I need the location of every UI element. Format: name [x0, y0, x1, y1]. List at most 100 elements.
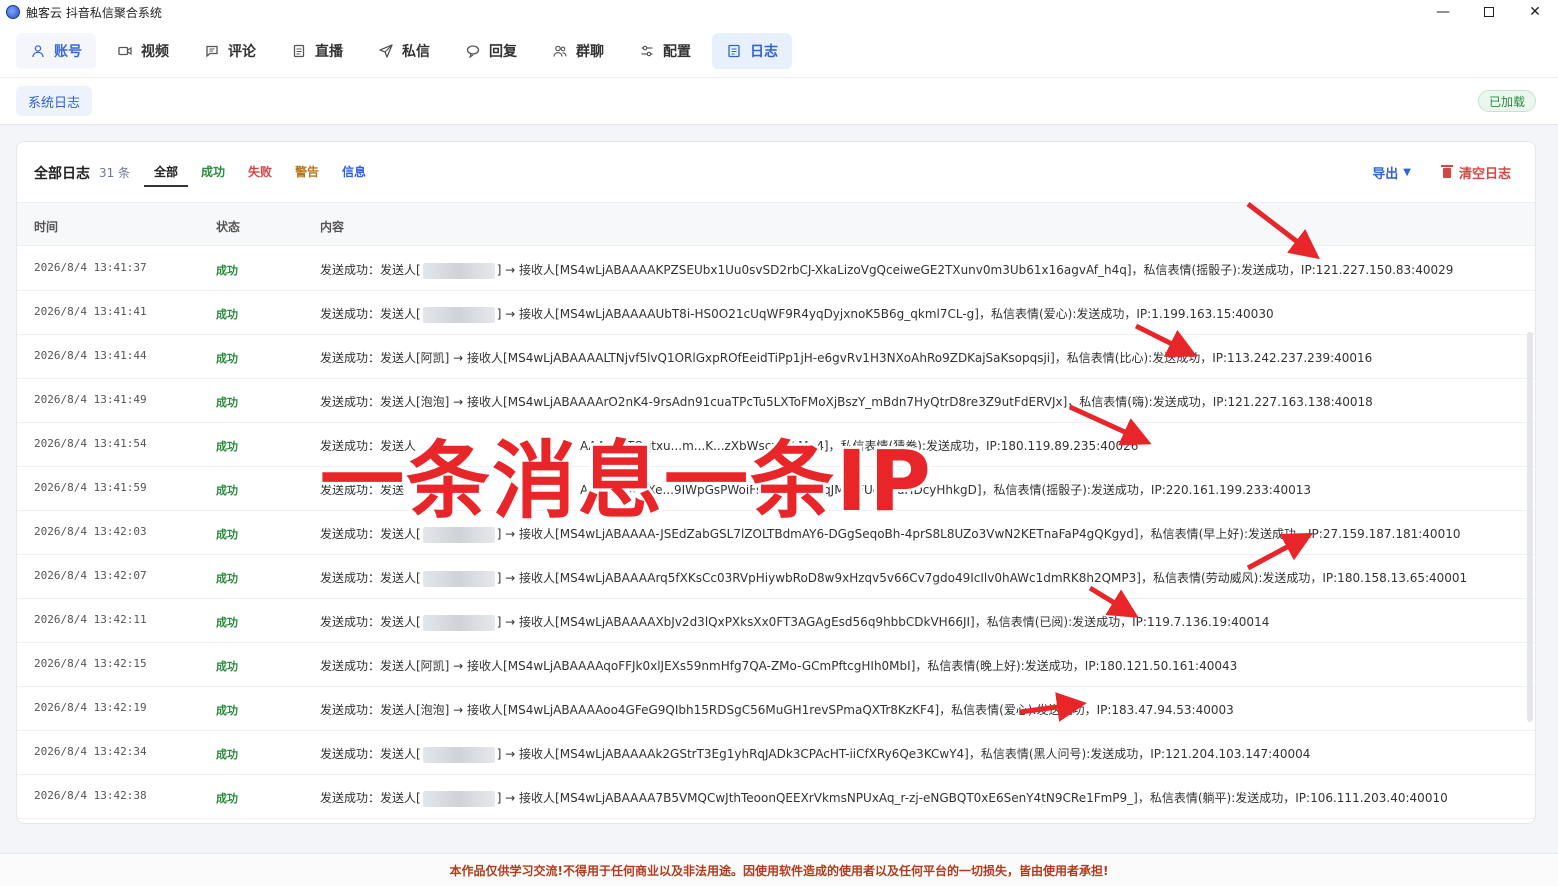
filter-info[interactable]: 信息 — [342, 163, 366, 180]
row-content-pre: 发送成功：发送人[ — [320, 615, 421, 629]
tab-account[interactable]: 账号 — [16, 32, 96, 69]
overlay-caption: 一条消息一条IP — [317, 429, 934, 533]
row-status: 成功 — [216, 528, 238, 541]
clear-log-button[interactable]: 清空日志 — [1440, 163, 1511, 182]
redacted-sender — [422, 614, 495, 631]
log-title: 全部日志 — [34, 166, 90, 182]
row-content-pre: 发送成功：发送人[ — [320, 263, 421, 277]
status-badge: 已加载 — [1477, 90, 1536, 112]
tab-live[interactable]: 直播 — [277, 33, 357, 69]
row-content: 发送成功：发送人[] → 接收人[MS4wLjABAAAAXbJv2d3lQxP… — [320, 613, 1269, 631]
trash-icon — [1440, 164, 1453, 178]
export-button[interactable]: 导出 ▼ — [1372, 163, 1411, 182]
row-content-post: ] → 接收人[MS4wLjABAAAArq5fXKsCc03RVpHiywbR… — [496, 571, 1468, 585]
table-row[interactable]: 2026/8/4 13:42:11 成功 发送成功：发送人[] → 接收人[MS… — [17, 599, 1535, 643]
log-toolbar: 全部日志 31 条 全部 成功 失败 警告 信息 导出 ▼ 清空日志 — [17, 142, 1535, 202]
log-count: 31 条 — [99, 166, 131, 180]
close-icon: ✕ — [1529, 4, 1541, 20]
scrollbar[interactable] — [1527, 332, 1533, 722]
table-row[interactable]: 2026/8/4 13:42:19 成功 发送成功：发送人[泡泡] → 接收人[… — [17, 687, 1535, 731]
row-content-pre: 发送成功：发送人[泡泡] → 接收人[MS4wLjABAAAArO2nK4-9r… — [320, 395, 1373, 409]
row-time: 2026/8/4 13:42:34 — [34, 745, 147, 758]
tab-log[interactable]: 日志 — [712, 32, 792, 69]
group-icon — [552, 43, 568, 59]
row-content-pre: 发送成功：发送人[ — [320, 571, 421, 585]
log-icon — [726, 43, 742, 59]
window-controls: — ✕ — [1420, 0, 1558, 24]
tab-label: 直播 — [315, 43, 343, 60]
row-status: 成功 — [216, 792, 238, 805]
row-content: 发送成功：发送人[阿凯] → 接收人[MS4wLjABAAAAqoFFJk0xl… — [320, 657, 1237, 674]
minimize-button[interactable]: — — [1420, 0, 1466, 24]
close-button[interactable]: ✕ — [1512, 0, 1558, 24]
column-header-content: 内容 — [320, 220, 345, 234]
row-content-post: ] → 接收人[MS4wLjABAAAAKPZSEUbx1Uu0svSD2rbC… — [496, 263, 1454, 277]
table-row[interactable]: 2026/8/4 13:42:15 成功 发送成功：发送人[阿凯] → 接收人[… — [17, 643, 1535, 687]
comment-icon — [204, 43, 220, 59]
redacted-sender — [422, 790, 495, 807]
row-status: 成功 — [216, 616, 238, 629]
tab-label: 账号 — [54, 43, 82, 60]
redacted-sender — [422, 306, 495, 323]
filter-active-indicator — [144, 185, 188, 187]
send-icon — [378, 43, 394, 59]
tab-group-chat[interactable]: 群聊 — [538, 33, 618, 69]
row-time: 2026/8/4 13:42:03 — [34, 525, 147, 538]
minimize-icon: — — [1436, 4, 1450, 20]
table-header: 时间 状态 内容 — [17, 202, 1535, 246]
row-content: 发送成功：发送人[泡泡] → 接收人[MS4wLjABAAAAoo4GFeG9Q… — [320, 701, 1234, 718]
row-content-pre: 发送成功：发送人[阿凯] → 接收人[MS4wLjABAAAALTNjvf5lv… — [320, 351, 1373, 365]
clear-log-label: 清空日志 — [1458, 167, 1511, 182]
tab-video[interactable]: 视频 — [103, 33, 183, 69]
table-row[interactable]: 2026/8/4 13:41:37 成功 发送成功：发送人[] → 接收人[MS… — [17, 247, 1535, 291]
column-header-time: 时间 — [34, 220, 59, 234]
row-time: 2026/8/4 13:42:15 — [34, 657, 147, 670]
row-time: 2026/8/4 13:41:49 — [34, 393, 147, 406]
row-time: 2026/8/4 13:41:41 — [34, 305, 147, 318]
filter-fail[interactable]: 失败 — [248, 163, 272, 180]
tab-label: 评论 — [228, 43, 256, 60]
row-content-post: ] → 接收人[MS4wLjABAAAAUbT8i-HS0O21cUqWF9R4… — [496, 307, 1274, 321]
row-time: 2026/8/4 13:41:59 — [34, 481, 147, 494]
row-content-pre: 发送成功：发送人[阿凯] → 接收人[MS4wLjABAAAAqoFFJk0xl… — [320, 659, 1238, 673]
row-status: 成功 — [216, 352, 238, 365]
tab-settings[interactable]: 配置 — [625, 33, 705, 69]
window-title: 触客云 抖音私信聚合系统 — [26, 5, 162, 20]
row-content: 发送成功：发送人[阿凯] → 接收人[MS4wLjABAAAALTNjvf5lv… — [320, 349, 1372, 366]
chevron-down-icon: ▼ — [1403, 167, 1411, 178]
filter-warning[interactable]: 警告 — [295, 163, 319, 180]
row-content: 发送成功：发送人[泡泡] → 接收人[MS4wLjABAAAArO2nK4-9r… — [320, 393, 1373, 410]
row-time: 2026/8/4 13:42:19 — [34, 701, 147, 714]
filter-all[interactable]: 全部 — [154, 163, 178, 180]
tab-reply[interactable]: 回复 — [451, 33, 531, 69]
row-time: 2026/8/4 13:42:11 — [34, 613, 147, 626]
row-status: 成功 — [216, 572, 238, 585]
filter-success[interactable]: 成功 — [201, 163, 225, 180]
row-time: 2026/8/4 13:41:54 — [34, 437, 147, 450]
row-content: 发送成功：发送人[] → 接收人[MS4wLjABAAAA7B5VMQCwJth… — [320, 789, 1448, 807]
table-row[interactable]: 2026/8/4 13:41:41 成功 发送成功：发送人[] → 接收人[MS… — [17, 291, 1535, 335]
row-time: 2026/8/4 13:41:37 — [34, 261, 147, 274]
tab-message[interactable]: 私信 — [364, 33, 444, 69]
maximize-button[interactable] — [1466, 0, 1512, 24]
export-label: 导出 — [1372, 167, 1399, 182]
table-row[interactable]: 2026/8/4 13:42:38 成功 发送成功：发送人[] → 接收人[MS… — [17, 775, 1535, 819]
table-row[interactable]: 2026/8/4 13:42:34 成功 发送成功：发送人[] → 接收人[MS… — [17, 731, 1535, 775]
table-row[interactable]: 2026/8/4 13:41:44 成功 发送成功：发送人[阿凯] → 接收人[… — [17, 335, 1535, 379]
row-content: 发送成功：发送人[] → 接收人[MS4wLjABAAAAUbT8i-HS0O2… — [320, 305, 1274, 323]
tab-label: 回复 — [489, 43, 517, 60]
row-time: 2026/8/4 13:42:07 — [34, 569, 147, 582]
tab-label: 配置 — [663, 43, 691, 60]
settings-icon — [639, 43, 655, 59]
table-row[interactable]: 2026/8/4 13:42:07 成功 发送成功：发送人[ ] → 接收人[MS… — [17, 555, 1535, 599]
tab-comment[interactable]: 评论 — [190, 33, 270, 69]
reply-icon — [465, 43, 481, 59]
row-time: 2026/8/4 13:42:38 — [34, 789, 147, 802]
row-content: 发送成功：发送人[ ] → 接收人[MS4wLjABAAAArq5fXKsCc03… — [320, 569, 1467, 587]
row-content: 发送成功：发送人[] → 接收人[MS4wLjABAAAAk2GStrT3Eg1… — [320, 745, 1310, 763]
row-status: 成功 — [216, 748, 238, 761]
redacted-sender — [422, 570, 495, 587]
tab-system-log[interactable]: 系统日志 — [16, 86, 93, 116]
row-content-pre: 发送成功：发送人[ — [320, 791, 421, 805]
row-status: 成功 — [216, 660, 238, 673]
